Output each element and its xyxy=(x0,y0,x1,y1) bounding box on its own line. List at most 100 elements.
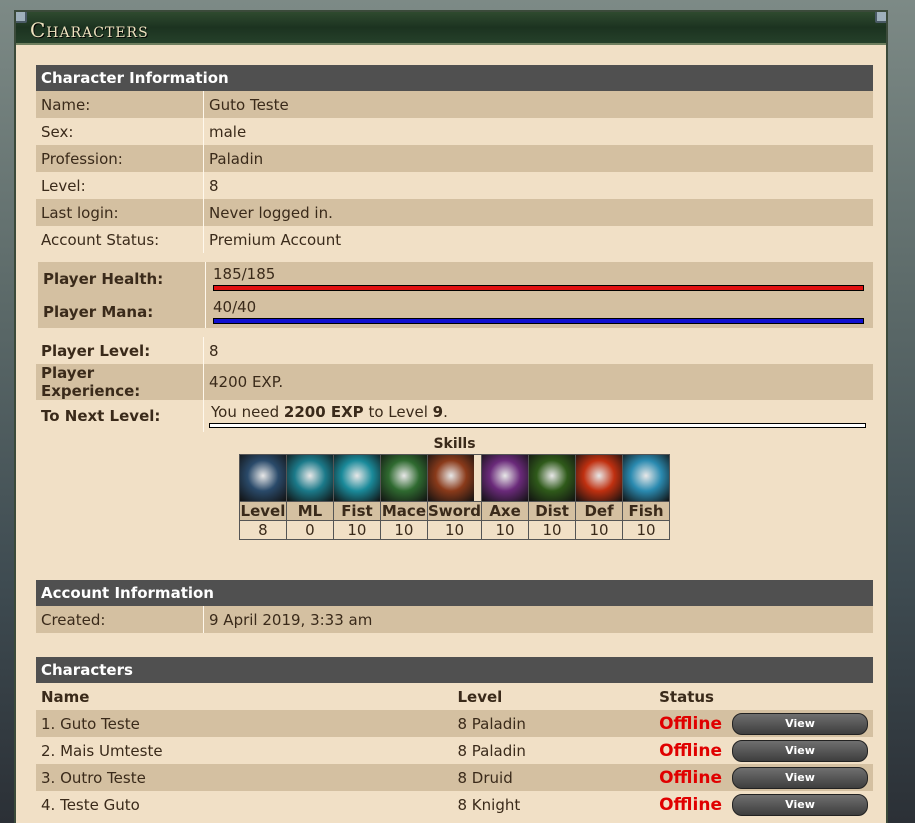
next-level-text: You need 2200 EXP to Level 9. xyxy=(211,403,448,421)
view-character-button[interactable]: View xyxy=(732,766,868,789)
skill-name: ML xyxy=(285,501,334,521)
corner-rivet-icon xyxy=(875,12,886,23)
character-name: 3. Outro Teste xyxy=(36,764,453,791)
view-character-button[interactable]: View xyxy=(732,793,868,816)
character-info-header: Character Information xyxy=(36,65,873,91)
magic-level-icon xyxy=(286,455,333,501)
character-level: 8 Paladin xyxy=(452,710,655,737)
skill-name: Def xyxy=(575,501,624,521)
skill-value: 10 xyxy=(426,520,483,540)
skill-value: 10 xyxy=(481,520,530,540)
skill-icon-cell xyxy=(238,454,287,502)
info-label: Last login: xyxy=(36,199,204,226)
character-level: 8 Druid xyxy=(452,764,655,791)
character-name: 1. Guto Teste xyxy=(36,710,453,737)
character-status: Offline xyxy=(654,737,727,764)
health-bar xyxy=(213,284,864,291)
experience-bar xyxy=(209,423,866,428)
skill-name: Level xyxy=(238,501,287,521)
sword-icon xyxy=(427,455,474,501)
panel-header: Characters xyxy=(16,12,886,45)
table-row: 4. Teste Guto 8 Knight Offline View xyxy=(36,791,873,818)
next-level-number: 9 xyxy=(432,403,444,421)
skill-name: Axe xyxy=(481,501,530,521)
account-info-header: Account Information xyxy=(36,580,873,606)
shield-icon xyxy=(576,455,623,501)
skills-table: Level ML Fist Mace Sword Axe Dist Def Fish 8 0 10 1… xyxy=(238,454,671,540)
level-icon xyxy=(239,455,286,501)
info-value: Paladin xyxy=(203,145,873,172)
info-label: Account Status: xyxy=(36,226,204,253)
fishing-icon xyxy=(623,455,670,501)
character-status: Offline xyxy=(654,764,727,791)
content-area: Character Information Name: Guto Teste Se… xyxy=(36,65,873,818)
characters-panel: Characters Character Information Name: Gu… xyxy=(14,10,888,823)
health-bar-fill xyxy=(214,285,863,290)
skill-icon-cell xyxy=(332,454,381,502)
next-level-suffix: . xyxy=(443,403,448,421)
fist-icon xyxy=(333,455,380,501)
skills-title: Skills xyxy=(433,436,476,452)
info-value: Premium Account xyxy=(203,226,873,253)
axe-icon xyxy=(482,455,529,501)
skill-name: Sword xyxy=(426,501,483,521)
info-label: Profession: xyxy=(36,145,204,172)
column-name: Name xyxy=(36,683,453,710)
account-info-table: Account Information Created: 9 April 2019… xyxy=(36,580,873,633)
view-character-button[interactable]: View xyxy=(732,712,868,735)
skill-value: 0 xyxy=(285,520,334,540)
info-label: Level: xyxy=(36,172,204,199)
character-name: 2. Mais Umteste xyxy=(36,737,453,764)
info-label: Sex: xyxy=(36,118,204,145)
table-row: 1. Guto Teste 8 Paladin Offline View xyxy=(36,710,873,737)
next-level-prefix: You need xyxy=(211,403,284,421)
mana-label: Player Mana: xyxy=(38,295,206,328)
info-value: male xyxy=(203,118,873,145)
info-value: Never logged in. xyxy=(203,199,873,226)
table-row: 2. Mais Umteste 8 Paladin Offline View xyxy=(36,737,873,764)
health-cell: 185/185 xyxy=(205,262,873,295)
skill-icon-cell xyxy=(575,454,624,502)
skill-icon-cell xyxy=(426,454,483,502)
skill-value: 10 xyxy=(528,520,577,540)
skill-icon-cell xyxy=(622,454,671,502)
mace-icon xyxy=(380,455,427,501)
created-value: 9 April 2019, 3:33 am xyxy=(203,606,873,633)
panel-title: Characters xyxy=(30,18,149,42)
experience-label: Player Experience: xyxy=(36,364,204,400)
info-value: 8 xyxy=(203,172,873,199)
character-status: Offline xyxy=(654,710,727,737)
skill-icon-cell xyxy=(481,454,530,502)
skill-icon-cell xyxy=(379,454,428,502)
view-character-button[interactable]: View xyxy=(732,739,868,762)
corner-rivet-icon xyxy=(16,12,27,23)
skill-name: Mace xyxy=(379,501,428,521)
next-level-mid: to Level xyxy=(363,403,433,421)
distance-icon xyxy=(529,455,576,501)
skill-icon-cell xyxy=(528,454,577,502)
character-level: 8 Knight xyxy=(452,791,655,818)
skill-value: 8 xyxy=(238,520,287,540)
info-value: Guto Teste xyxy=(203,91,873,118)
characters-header: Characters xyxy=(36,657,873,683)
health-label: Player Health: xyxy=(38,262,206,295)
skill-values-row: 8 0 10 10 10 10 10 10 10 xyxy=(238,520,671,540)
skill-value: 10 xyxy=(622,520,671,540)
character-info-table: Character Information Name: Guto Teste Se… xyxy=(36,65,873,253)
skill-value: 10 xyxy=(379,520,428,540)
character-name: 4. Teste Guto xyxy=(36,791,453,818)
character-status: Offline xyxy=(654,791,727,818)
skill-value: 10 xyxy=(332,520,381,540)
experience-value: 4200 EXP. xyxy=(203,364,873,400)
vitals-table: Player Health: 185/185 Player Mana: 40/4… xyxy=(38,262,873,328)
character-level: 8 Paladin xyxy=(452,737,655,764)
skill-names-row: Level ML Fist Mace Sword Axe Dist Def Fish xyxy=(238,501,671,521)
table-row: 3. Outro Teste 8 Druid Offline View xyxy=(36,764,873,791)
skill-name: Dist xyxy=(528,501,577,521)
column-status: Status xyxy=(654,683,727,710)
info-label: Name: xyxy=(36,91,204,118)
mana-bar xyxy=(213,317,864,324)
player-level-label: Player Level: xyxy=(36,337,204,364)
skill-value: 10 xyxy=(575,520,624,540)
mana-bar-fill xyxy=(214,318,863,323)
